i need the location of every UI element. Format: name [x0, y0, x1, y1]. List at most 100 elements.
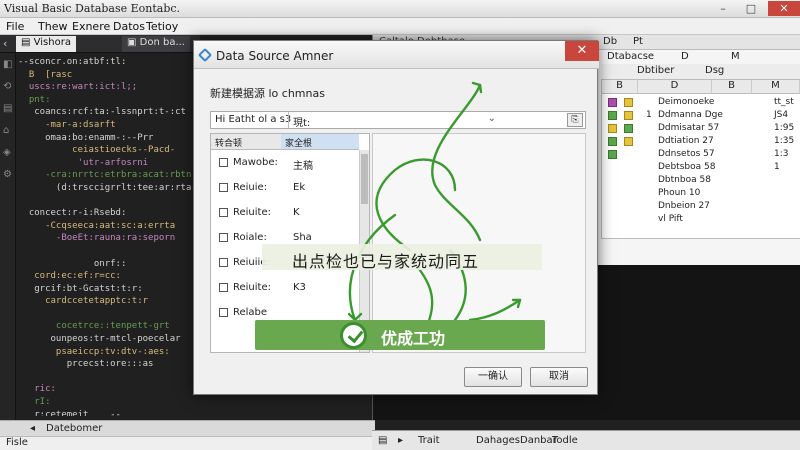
code-line: prcecst:ore:::as [18, 359, 154, 370]
table-row[interactable]: Ddnsetos 57 1:3 [602, 148, 800, 161]
data-grid[interactable]: B D B M Deimonoeke tt_st 1 Ddmanna Dge JS4 Dd… [601, 79, 800, 239]
code-line: psaeiccp:tv:dtv-:aes: [18, 346, 170, 357]
menu-data[interactable]: Datos [113, 20, 145, 33]
table-row[interactable]: Dnbeion 27 [602, 200, 800, 213]
code-line: 'utr-arfosrni [18, 157, 149, 168]
row-checkbox[interactable] [219, 233, 228, 242]
list-item[interactable]: Reiuite: K [211, 202, 359, 224]
menu-file[interactable]: File [6, 20, 24, 33]
table-row[interactable]: Ddtiation 27 1:35 [602, 135, 800, 148]
status-checkbox[interactable] [608, 124, 617, 133]
source-select[interactable]: 現t: ⌄ [288, 112, 500, 129]
grid-col-m[interactable]: M [752, 80, 800, 94]
database-combo[interactable]: Dtabacse [607, 51, 654, 62]
status-checkbox[interactable] [624, 137, 633, 146]
menu-view[interactable]: Thew [38, 20, 67, 33]
list-header-name[interactable]: 家全根 [281, 134, 359, 150]
bottom-left-icon[interactable]: ▤ [378, 435, 387, 446]
chevron-left-icon[interactable]: ‹ [3, 37, 7, 50]
tab-donba[interactable]: ▣ Don ba... [122, 36, 190, 52]
list-header-type[interactable]: 转合顿 [211, 134, 281, 150]
row-name: Debtsboa 58 [658, 162, 716, 172]
combo-m[interactable]: M [731, 51, 740, 62]
status-checkbox[interactable] [608, 137, 617, 146]
code-line: coancs:rcf:ta:-lssnprt:t-:ct [18, 107, 186, 118]
row-type: Ek [293, 182, 306, 193]
code-editor[interactable]: --sconcr.on:atbf:tl: B [rasc uscs:re:war… [18, 56, 203, 416]
dialog-close-icon[interactable]: ✕ [565, 41, 599, 61]
gear-icon[interactable]: ⚙ [3, 169, 12, 180]
menu-bar: File Thew Exnere Datos Tetioy [0, 18, 800, 35]
code-line: (d:trsccigrrlt:tee:ar:rtars: [18, 182, 203, 193]
table-row[interactable]: vl Pift [602, 213, 800, 226]
close-button[interactable]: ✕ [768, 1, 800, 16]
row-checkbox[interactable] [219, 258, 228, 267]
toolbar-db[interactable]: Db [603, 36, 617, 47]
bottom-tab-databomer[interactable]: Datebomer [46, 423, 102, 434]
home-icon[interactable]: ⌂ [3, 125, 9, 136]
status-checkbox[interactable] [624, 98, 633, 107]
row-checkbox[interactable] [219, 283, 228, 292]
list-icon[interactable]: ▤ [3, 103, 12, 114]
status-checkbox[interactable] [624, 124, 633, 133]
row-checkbox[interactable] [219, 208, 228, 217]
code-line: ceiastioecks--Pacd- [18, 145, 176, 156]
window-title: Visual Basic Database Eontabc. [4, 2, 181, 15]
panel-icon[interactable]: ◧ [3, 59, 12, 70]
bottom-arrow-icon[interactable]: ▸ [398, 435, 403, 446]
table-row[interactable]: Deimonoeke tt_st [602, 96, 800, 109]
list-item[interactable]: Reiuite: K3 [211, 277, 359, 299]
ok-button[interactable]: 一确认 [464, 367, 522, 387]
grid-header-name[interactable]: Dbtiber [637, 65, 674, 76]
list-item[interactable]: Reiuie: Ek [211, 177, 359, 199]
grid-header-dsg[interactable]: Dsg [705, 65, 724, 76]
app-window: Visual Basic Database Eontabc. – □ ✕ Fil… [0, 0, 800, 450]
row-checkbox[interactable] [219, 158, 228, 167]
maximize-button[interactable]: □ [740, 1, 762, 16]
status-checkbox[interactable] [608, 98, 617, 107]
row-name: Ddnsetos 57 [658, 149, 715, 159]
bottom-toolbar: ▤ ▸ Trait Dahages Danbar Todle [372, 430, 800, 450]
table-row[interactable]: Phoun 10 [602, 187, 800, 200]
menu-explore[interactable]: Exnere [72, 20, 110, 33]
browse-button[interactable]: ⎘ [567, 113, 583, 127]
table-row[interactable]: 1 Ddmanna Dge JS4 [602, 109, 800, 122]
status-checkbox[interactable] [608, 111, 617, 120]
row-name: vl Pift [658, 214, 683, 224]
status-banner-text: 出点检也已与家统动同五 [292, 252, 480, 271]
data-combo-row: Dtabacse D M [601, 50, 800, 64]
tab-vishora[interactable]: ▤ Vishora [16, 36, 76, 52]
list-item[interactable]: Mawobe: 主稿 [211, 152, 359, 174]
row-checkbox[interactable] [219, 308, 228, 317]
code-line: omaa:bo:enamm-:--Prr [18, 132, 154, 143]
diamond-icon[interactable]: ◈ [3, 147, 11, 158]
scroll-thumb[interactable] [361, 154, 368, 204]
table-row[interactable]: Debtsboa 58 1 [602, 161, 800, 174]
row-name: Ddmisatar 57 [658, 123, 720, 133]
menu-tools[interactable]: Tetioy [146, 20, 178, 33]
row-code: JS4 [774, 110, 789, 120]
grid-col-b1[interactable]: B [602, 80, 638, 94]
code-line: grcif:bt-Gcatst:t:r: [18, 283, 143, 294]
table-row[interactable]: Dbtnboa 58 [602, 174, 800, 187]
chevron-down-icon[interactable]: ⌄ [488, 113, 496, 124]
combo-d[interactable]: D [681, 51, 689, 62]
bottom-todle[interactable]: Todle [552, 435, 578, 446]
row-name: Ddtiation 27 [658, 136, 714, 146]
minimize-button[interactable]: – [712, 1, 734, 16]
bottom-dahages[interactable]: Dahages [476, 435, 520, 446]
cancel-button[interactable]: 取消 [530, 367, 588, 387]
row-checkbox[interactable] [219, 183, 228, 192]
bottom-trait[interactable]: Trait [418, 435, 440, 446]
status-checkbox[interactable] [624, 111, 633, 120]
table-row[interactable]: Ddmisatar 57 1:95 [602, 122, 800, 135]
status-checkbox[interactable] [608, 150, 617, 159]
grid-col-d[interactable]: D [638, 80, 712, 94]
grid-col-b2[interactable]: B [712, 80, 752, 94]
row-name: Reiuite: [233, 282, 271, 293]
refresh-icon[interactable]: ⟲ [3, 81, 11, 92]
toolbar-pt[interactable]: Pt [633, 36, 643, 47]
row-name: Dnbeion 27 [658, 201, 710, 211]
